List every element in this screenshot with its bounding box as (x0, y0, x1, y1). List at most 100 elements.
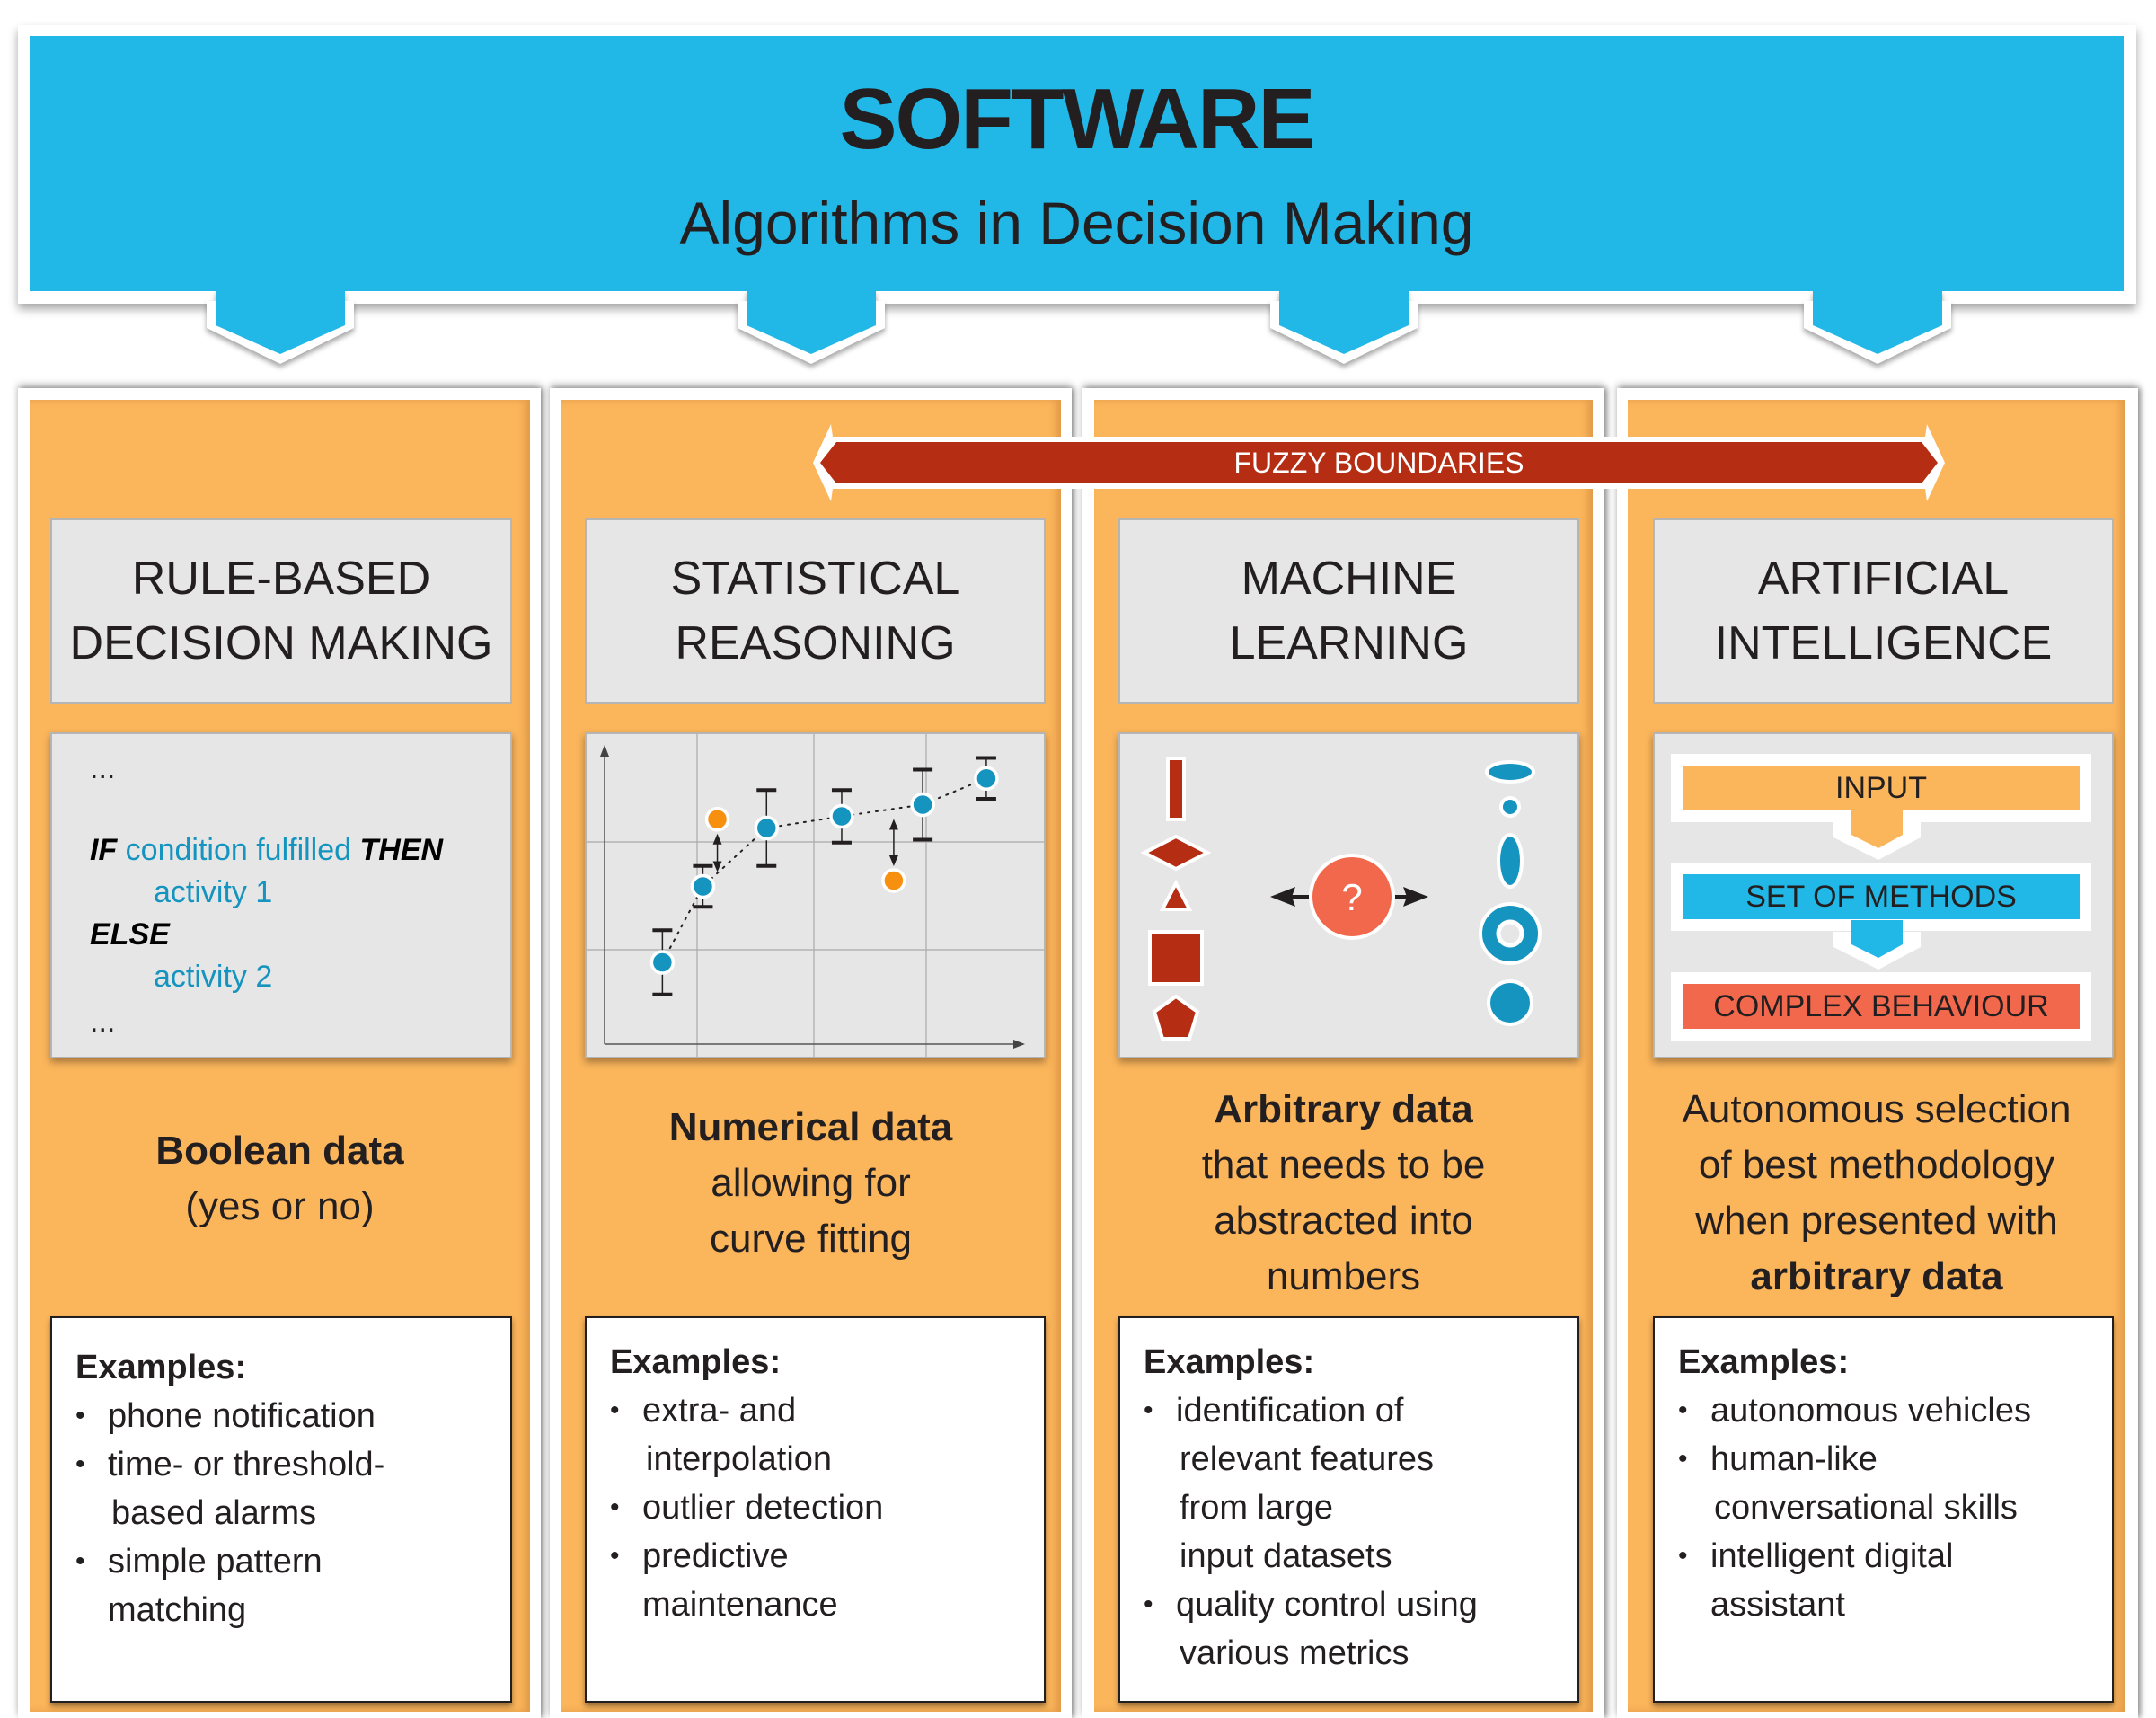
distance-arrow-head-icon (712, 861, 722, 872)
desc-line: numbers (1266, 1254, 1421, 1298)
examples-rule-based: Examples: phone notification time- or th… (50, 1316, 512, 1703)
code-condition: condition fulfilled (125, 833, 352, 867)
shapes-illustration: ? (1140, 757, 1542, 1041)
heading-line: DECISION MAKING (69, 617, 493, 669)
desc-bold: Arbitrary data (1214, 1087, 1473, 1131)
heading-line: STATISTICAL (670, 553, 960, 605)
example-text: various metrics (1180, 1634, 1409, 1672)
page-subtitle: Algorithms in Decision Making (679, 190, 1474, 256)
heading-line: RULE-BASED (131, 553, 431, 605)
example-item: human-like conversational skills (1678, 1435, 2112, 1532)
examples-artificial-intelligence: Examples: autonomous vehicles human-like… (1653, 1316, 2114, 1703)
example-text: identification of (1176, 1392, 1404, 1430)
examples-title: Examples: (1144, 1343, 1315, 1381)
heading-artificial-intelligence: ARTIFICIAL INTELLIGENCE (1653, 518, 2114, 704)
red-bar-shape (1166, 757, 1186, 821)
fit-curve (661, 777, 987, 963)
example-item: extra- and interpolation (610, 1386, 1044, 1483)
example-item: identification of relevant features from… (1144, 1386, 1577, 1581)
description-artificial-intelligence: Autonomous selection of best methodology… (1628, 1082, 2125, 1305)
distance-arrow-head-icon (888, 819, 898, 830)
code-ellipsis-top: ... (90, 751, 116, 785)
example-text: intelligent digital (1710, 1537, 1954, 1575)
red-square-shape (1148, 930, 1204, 986)
data-point (649, 950, 676, 975)
code-ellipsis-bottom: ... (90, 1005, 116, 1039)
example-text: human-like (1710, 1440, 1878, 1478)
heading-line: LEARNING (1229, 617, 1469, 669)
data-point (690, 873, 716, 899)
example-text: matching (108, 1591, 247, 1629)
blue-disc-shape (1487, 979, 1533, 1026)
code-if-line: IF condition fulfilled THEN (90, 828, 443, 872)
example-text: quality control using (1176, 1586, 1478, 1624)
example-item: simple pattern matching (75, 1537, 510, 1634)
example-text: assistant (1710, 1586, 1845, 1624)
example-item: phone notification (75, 1392, 510, 1440)
heading-machine-learning: MACHINE LEARNING (1118, 518, 1579, 704)
header-arrow-down-icon (1279, 286, 1409, 354)
example-text: conversational skills (1714, 1489, 2018, 1527)
code-activity-1: activity 1 (154, 875, 273, 909)
examples-statistical: Examples: extra- and interpolation outli… (585, 1316, 1046, 1703)
desc-line: when presented with (1695, 1199, 2058, 1243)
code-then-keyword: THEN (359, 833, 444, 867)
examples-title: Examples: (75, 1349, 247, 1386)
blue-flat-ellipse-shape (1485, 760, 1535, 784)
example-item: outlier detection (610, 1483, 1044, 1532)
header-arrow-down-icon (1813, 286, 1942, 354)
fuzzy-boundaries-label: FUZZY BOUNDARIES (1233, 447, 1524, 479)
curve-fitting-illustration (585, 732, 1046, 1058)
example-text: maintenance (642, 1586, 838, 1624)
desc-line: that needs to be (1201, 1143, 1486, 1187)
code-activity-2: activity 2 (154, 960, 273, 994)
data-point (910, 792, 935, 818)
heading-statistical: STATISTICAL REASONING (585, 518, 1046, 704)
code-if-keyword: IF (90, 833, 118, 867)
code-else-keyword: ELSE (90, 917, 170, 952)
rule-code-illustration: ... IF condition fulfilled THEN activity… (50, 732, 512, 1058)
data-point (754, 815, 780, 841)
heading-line: ARTIFICIAL (1757, 553, 2010, 605)
example-text: relevant features (1180, 1440, 1435, 1478)
red-triangle-shape (1159, 879, 1193, 911)
desc-line: Autonomous selection (1682, 1087, 2072, 1131)
description-rule-based: Boolean data (yes or no) (30, 1123, 530, 1235)
distance-arrow-head-icon (712, 833, 722, 845)
heading-line: REASONING (675, 617, 956, 669)
distance-arrow-head-icon (888, 855, 898, 866)
example-item: intelligent digital assistant (1678, 1532, 2112, 1629)
desc-line: abstracted into (1214, 1199, 1473, 1243)
desc-line: of best methodology (1698, 1143, 2055, 1187)
outlier-point (704, 807, 730, 832)
example-text: from large (1180, 1489, 1334, 1527)
example-text: outlier detection (642, 1489, 884, 1527)
examples-title: Examples: (610, 1343, 782, 1381)
header-arrow-down-icon (216, 286, 345, 354)
question-mark: ? (1341, 876, 1362, 918)
scatter-plot (587, 734, 1044, 1057)
example-item: autonomous vehicles (1678, 1386, 2112, 1435)
abstraction-illustration: ? (1118, 732, 1579, 1058)
example-text: time- or threshold- (108, 1446, 385, 1483)
example-text: simple pattern (108, 1543, 323, 1581)
example-text: autonomous vehicles (1710, 1392, 2031, 1430)
flow-arrows (1833, 810, 1921, 970)
desc-line: (yes or no) (185, 1184, 375, 1228)
examples-machine-learning: Examples: identification of relevant fea… (1118, 1316, 1579, 1703)
heading-line: INTELLIGENCE (1714, 617, 2053, 669)
x-axis-arrow-icon (1013, 1040, 1025, 1049)
example-item: predictive maintenance (610, 1532, 1044, 1629)
example-item: quality control using various metrics (1144, 1581, 1577, 1678)
example-item: time- or threshold- based alarms (75, 1440, 510, 1537)
outlier-point (881, 868, 906, 893)
heading-line: MACHINE (1241, 553, 1457, 605)
red-pentagon-shape (1152, 994, 1200, 1041)
example-text: phone notification (108, 1397, 376, 1435)
description-machine-learning: Arbitrary data that needs to be abstract… (1094, 1082, 1593, 1305)
desc-bold: Numerical data (668, 1105, 953, 1149)
header-down-arrows (207, 286, 1951, 364)
red-diamond-shape (1140, 834, 1212, 872)
arrow-left-icon (1270, 887, 1295, 907)
blue-tall-ellipse-shape (1497, 833, 1524, 889)
